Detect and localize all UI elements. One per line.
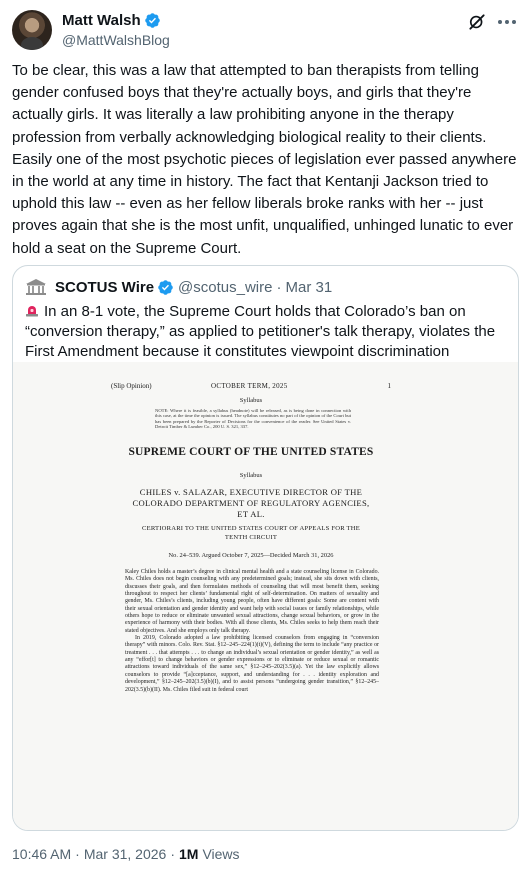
post-time[interactable]: 10:46 AM bbox=[12, 846, 71, 862]
separator-dot: · bbox=[75, 846, 80, 862]
separator-dot: · bbox=[276, 278, 282, 296]
doc-term: OCTOBER TERM, 2025 bbox=[211, 382, 288, 390]
doc-page-number: 1 bbox=[387, 382, 392, 390]
doc-paragraph: Kaley Chiles holds a master’s degree in … bbox=[125, 569, 379, 634]
doc-slip-opinion: (Slip Opinion) bbox=[111, 382, 152, 390]
quoted-text: In an 8-1 vote, the Supreme Court holds … bbox=[25, 302, 505, 362]
verified-badge-icon bbox=[144, 13, 160, 28]
quoted-date[interactable]: Mar 31 bbox=[285, 279, 332, 296]
doc-note: NOTE: Where it is feasible, a syllabus (… bbox=[155, 408, 351, 430]
doc-paragraph: In 2019, Colorado adopted a law prohibit… bbox=[125, 635, 379, 693]
opinion-page: (Slip Opinion) OCTOBER TERM, 2025 1 Syll… bbox=[111, 362, 431, 830]
author-display-name[interactable]: Matt Walsh bbox=[62, 12, 141, 29]
doc-syllabus-heading: Syllabus bbox=[239, 397, 263, 404]
doc-certiorari: CERTIORARI TO THE UNITED STATES COURT OF… bbox=[142, 525, 360, 541]
tweet-footer: 10:46 AM · Mar 31, 2026 · 1M Views bbox=[12, 846, 240, 862]
more-horizontal-icon[interactable] bbox=[495, 12, 519, 32]
separator-dot: · bbox=[170, 846, 175, 862]
views-label: Views bbox=[202, 846, 240, 862]
tweet-text: To be clear, this was a law that attempt… bbox=[12, 62, 521, 257]
scotus-building-icon bbox=[26, 279, 46, 295]
quoted-handle[interactable]: @scotus_wire bbox=[178, 279, 272, 296]
views-count: 1M bbox=[179, 846, 199, 862]
doc-case-caption: CHILES v. SALAZAR, EXECUTIVE DIRECTOR OF… bbox=[132, 487, 370, 519]
author-handle[interactable]: @MattWalshBlog bbox=[62, 32, 170, 48]
doc-court-title: SUPREME COURT OF THE UNITED STATES bbox=[128, 446, 374, 458]
author-avatar[interactable] bbox=[12, 10, 52, 50]
siren-icon bbox=[26, 306, 38, 317]
doc-body: Kaley Chiles holds a master’s degree in … bbox=[125, 569, 379, 694]
quoted-text-body: In an 8-1 vote, the Supreme Court holds … bbox=[25, 303, 496, 360]
tweet-header: Matt Walsh @MattWalshBlog bbox=[12, 10, 519, 54]
doc-syllabus-subheading: Syllabus bbox=[239, 472, 263, 479]
opinion-document-image[interactable]: (Slip Opinion) OCTOBER TERM, 2025 1 Syll… bbox=[13, 362, 518, 830]
author-name-row: Matt Walsh bbox=[62, 12, 161, 29]
quoted-tweet[interactable]: SCOTUS Wire @scotus_wire · Mar 31 In an … bbox=[12, 265, 519, 831]
quoted-display-name[interactable]: SCOTUS Wire bbox=[55, 279, 154, 296]
quoted-tweet-header: SCOTUS Wire @scotus_wire · Mar 31 bbox=[25, 278, 332, 296]
grok-icon[interactable] bbox=[467, 12, 487, 32]
post-date[interactable]: Mar 31, 2026 bbox=[84, 846, 167, 862]
verified-badge-icon bbox=[158, 279, 173, 295]
doc-docket-line: No. 24–539. Argued October 7, 2025—Decid… bbox=[168, 552, 334, 559]
